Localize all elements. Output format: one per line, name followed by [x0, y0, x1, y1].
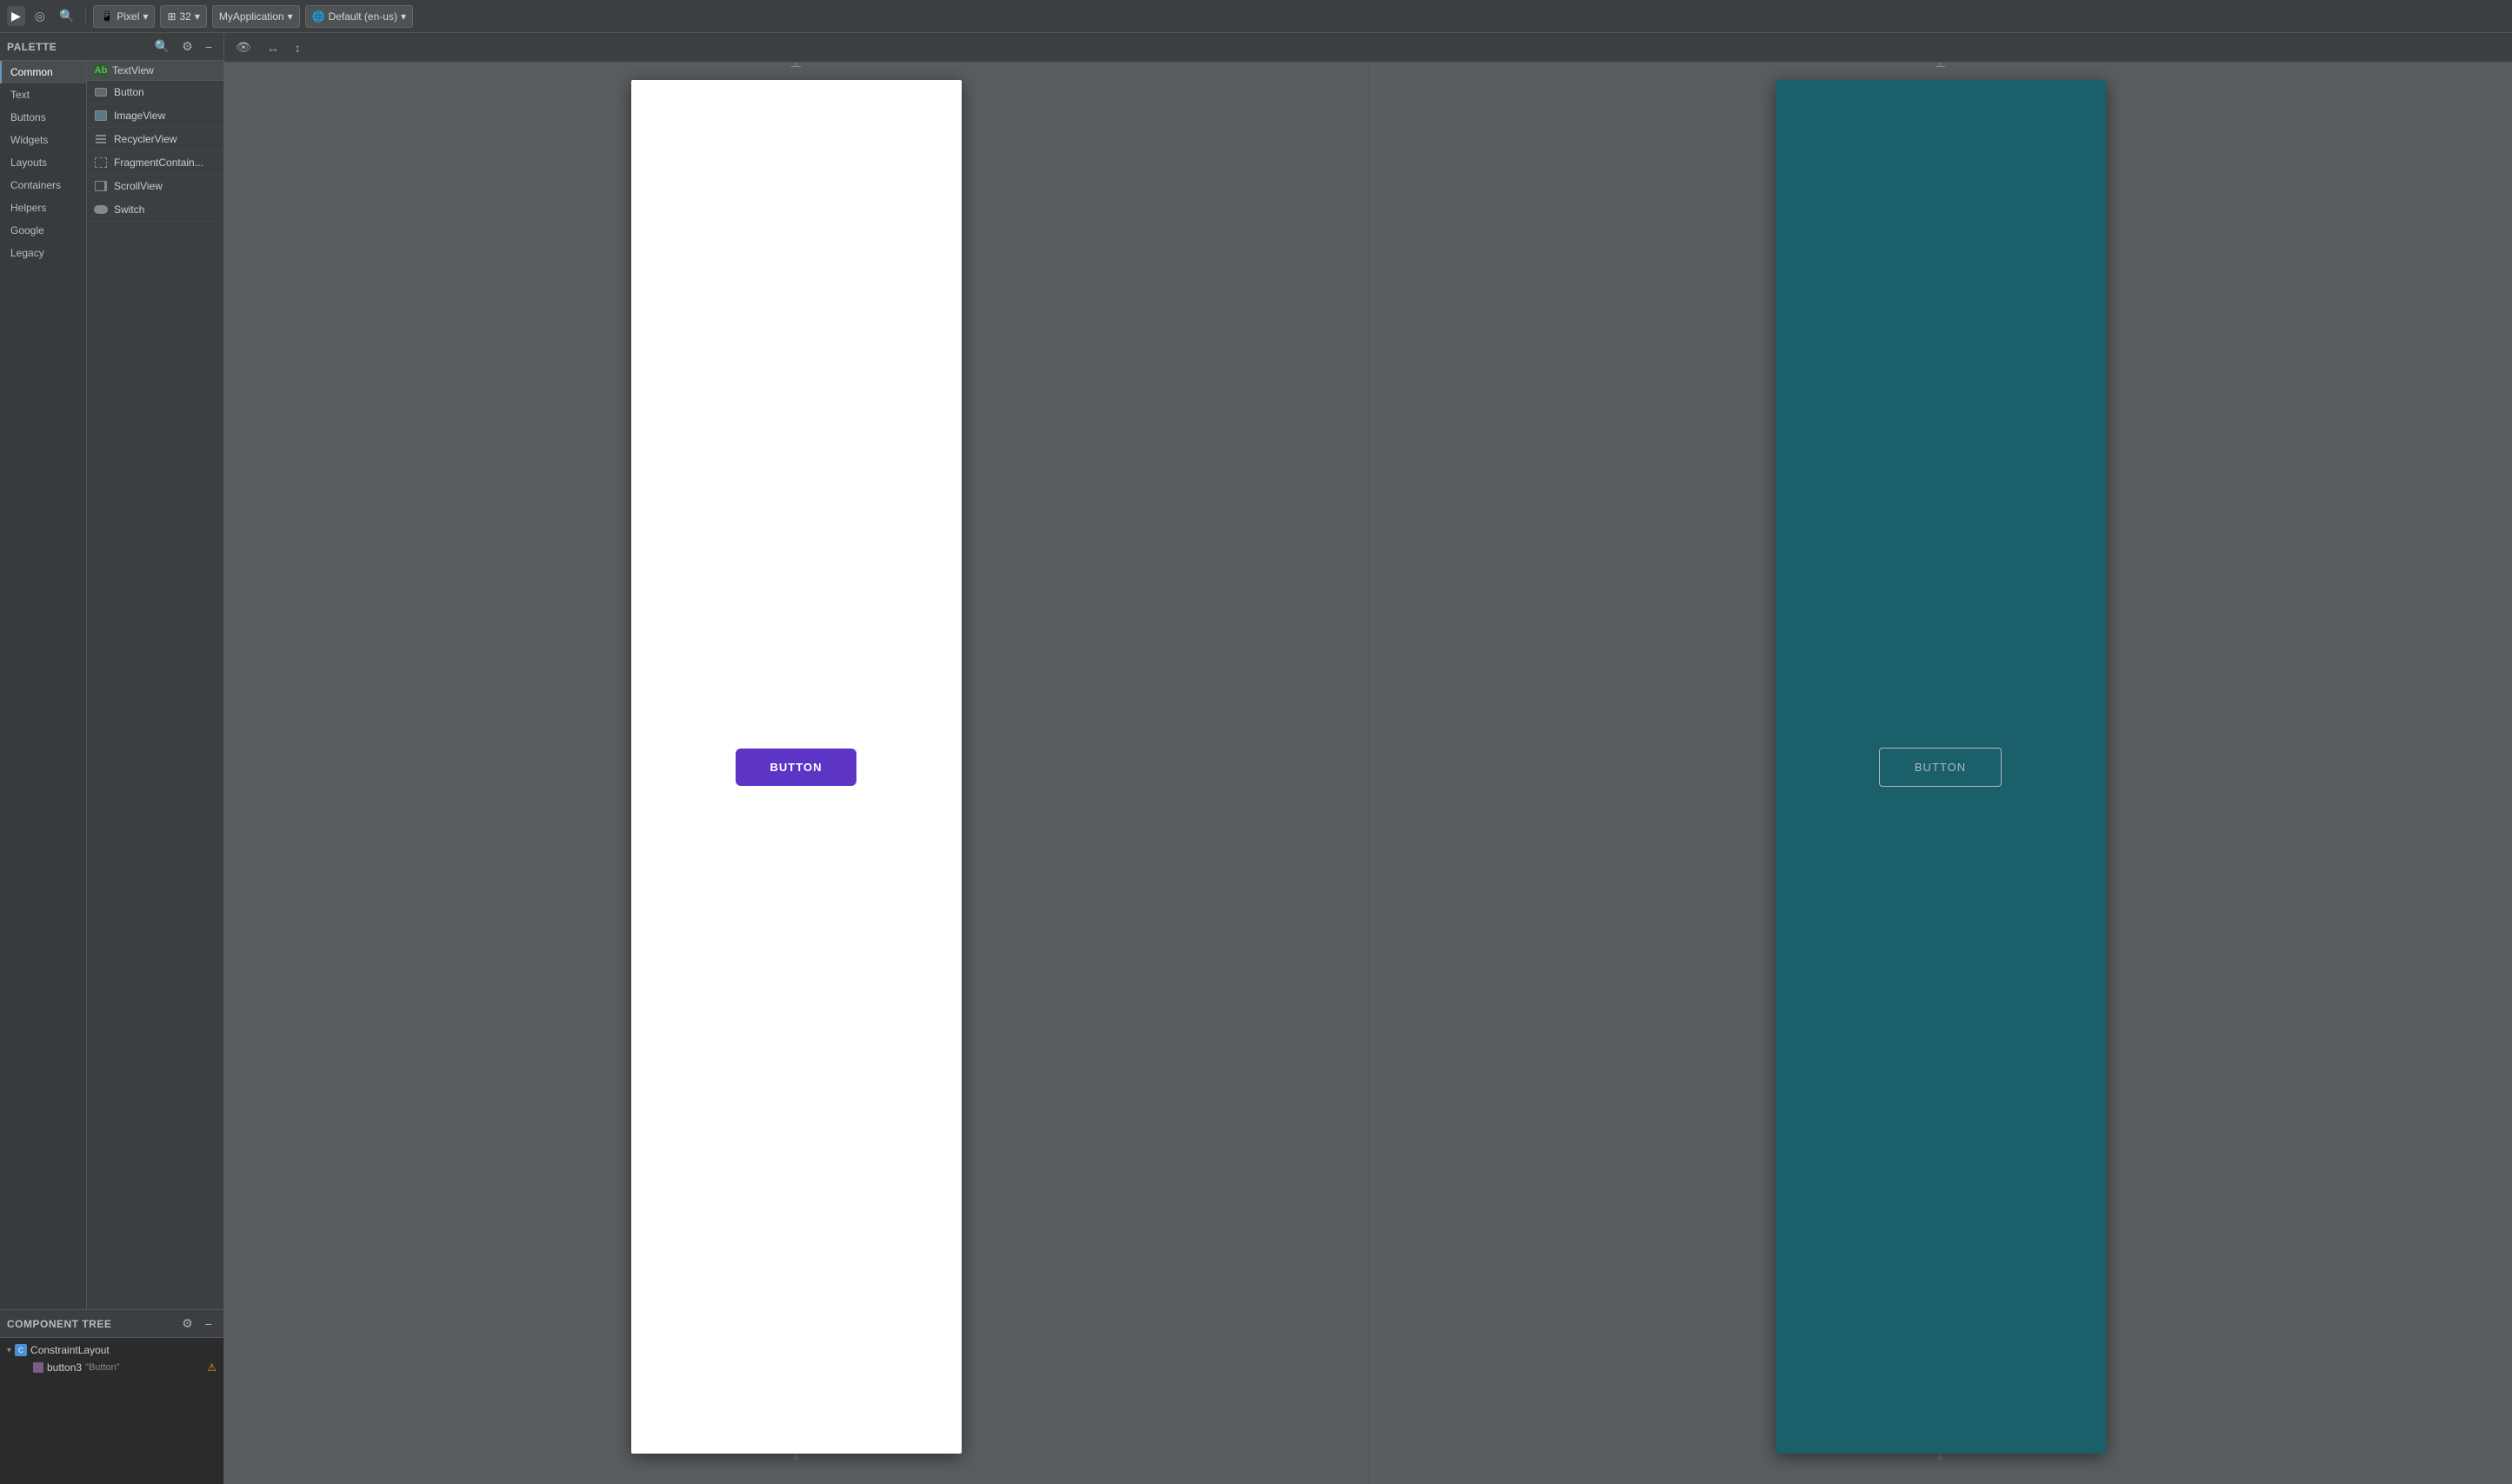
component-tree-title: Component Tree [7, 1318, 111, 1330]
component-tree-tools: ⚙ − [177, 1314, 217, 1334]
pointer-tool-button[interactable]: ◎ [30, 6, 50, 26]
component-tree-body: ▾ CConstraintLayout button3"Button" ⚠ [0, 1338, 223, 1484]
locale-chevron-icon: ▾ [401, 10, 406, 23]
palette-minimize-button[interactable]: − [201, 37, 217, 57]
palette-item-fragmentcontainer[interactable]: FragmentContain... [87, 151, 223, 175]
dpi-icon: ⊞ [167, 10, 176, 23]
palette-category-common[interactable]: Common [0, 61, 86, 83]
app-dropdown[interactable]: MyApplication ▾ [212, 5, 300, 28]
canvas-resize-handle-light[interactable]: // [788, 1454, 805, 1467]
dark-phone-button-label: BUTTON [1915, 761, 1966, 774]
palette-item-label-recyclerview: RecyclerView [114, 133, 177, 145]
dpi-chevron-icon: ▾ [195, 10, 200, 23]
palette-category-containers[interactable]: Containers [0, 174, 86, 196]
palette-tools: 🔍 ⚙ − [150, 37, 217, 57]
palette-item-switch[interactable]: Switch [87, 198, 223, 222]
canvas-arrow-v-button[interactable]: ↕ [290, 38, 305, 57]
button-icon [94, 85, 108, 99]
main-layout: Palette 🔍 ⚙ − CommonTextButtonsWidgetsLa… [0, 33, 2512, 1484]
palette-header-item: Ab TextView [87, 61, 223, 81]
toolbar-separator-1 [85, 8, 86, 25]
palette-search-button[interactable]: 🔍 [150, 37, 174, 57]
palette-category-google[interactable]: Google [0, 219, 86, 242]
palette-body: CommonTextButtonsWidgetsLayoutsContainer… [0, 61, 223, 1309]
dark-phone-button[interactable]: BUTTON [1879, 748, 2002, 787]
palette-item-scrollview[interactable]: ScrollView [87, 175, 223, 198]
component-tree-settings-button[interactable]: ⚙ [177, 1314, 197, 1334]
left-panel: Palette 🔍 ⚙ − CommonTextButtonsWidgetsLa… [0, 33, 224, 1484]
tree-item-constraint[interactable]: ▾ CConstraintLayout [0, 1341, 223, 1359]
canvas-eye-button[interactable]: 👁 [231, 37, 256, 57]
tree-item-label: button3 [47, 1361, 82, 1374]
locale-dropdown[interactable]: 🌐 Default (en-us) ▾ [305, 5, 413, 28]
light-phone-button-label: BUTTON [770, 761, 823, 774]
tree-item-tag: "Button" [85, 1362, 120, 1373]
palette-header: Palette 🔍 ⚙ − [0, 33, 223, 61]
zoom-tool-button[interactable]: 🔍 [55, 6, 78, 26]
palette-item-recyclerview[interactable]: RecyclerView [87, 128, 223, 151]
palette-item-label-button: Button [114, 86, 144, 98]
palette-item-label-imageview: ImageView [114, 110, 165, 122]
main-toolbar: ▶ ◎ 🔍 📱 Pixel ▾ ⊞ 32 ▾ MyApplication ▾ 🌐… [0, 0, 2512, 33]
device-label: Pixel [117, 10, 139, 23]
light-phone-frame: BUTTON [631, 80, 962, 1454]
tree-item-button3[interactable]: button3"Button" ⚠ [0, 1359, 223, 1376]
canvas-body: ⊥ BUTTON // ⊥ BUTTON // [224, 63, 2512, 1484]
tree-item-label: ConstraintLayout [30, 1344, 110, 1356]
palette-items: Ab TextView Button ImageView RecyclerView F… [87, 61, 223, 1309]
tree-warning-icon: ⚠ [207, 1361, 217, 1374]
light-phone-pin: ⊥ [790, 63, 803, 71]
tree-arrow: ▾ [7, 1346, 11, 1355]
design-canvas: 👁 ↔ ↕ ⊥ BUTTON // ⊥ [224, 33, 2512, 1484]
palette-settings-button[interactable]: ⚙ [177, 37, 197, 57]
locale-icon: 🌐 [312, 10, 325, 23]
imageview-icon [94, 109, 108, 123]
palette-title: Palette [7, 41, 57, 53]
dark-phone-area: ⊥ BUTTON // [1369, 63, 2512, 1484]
app-chevron-icon: ▾ [288, 10, 293, 23]
fragment-icon [94, 156, 108, 170]
palette-category-layouts[interactable]: Layouts [0, 151, 86, 174]
device-dropdown[interactable]: 📱 Pixel ▾ [93, 5, 155, 28]
component-tree-header: Component Tree ⚙ − [0, 1310, 223, 1338]
palette-header-item-label: TextView [112, 64, 154, 77]
palette-category-helpers[interactable]: Helpers [0, 196, 86, 219]
palette-category-buttons[interactable]: Buttons [0, 106, 86, 129]
scrollview-icon [94, 179, 108, 193]
device-chevron-icon: ▾ [143, 10, 148, 23]
switch-icon [94, 203, 108, 216]
palette-category-legacy[interactable]: Legacy [0, 242, 86, 264]
locale-label: Default (en-us) [329, 10, 397, 23]
textview-ab-icon: Ab [94, 64, 108, 77]
palette-section: Palette 🔍 ⚙ − CommonTextButtonsWidgetsLa… [0, 33, 223, 1310]
dark-phone-pin: ⊥ [1935, 63, 1947, 71]
palette-categories: CommonTextButtonsWidgetsLayoutsContainer… [0, 61, 87, 1309]
canvas-resize-handle-dark[interactable]: // [1932, 1454, 1949, 1467]
constraint-icon: C [15, 1344, 27, 1356]
device-icon: 📱 [100, 10, 113, 23]
palette-item-label-scrollview: ScrollView [114, 180, 163, 192]
component-tree-minimize-button[interactable]: − [201, 1314, 217, 1334]
app-label: MyApplication [219, 10, 284, 23]
select-tool-button[interactable]: ▶ [7, 6, 25, 26]
palette-category-widgets[interactable]: Widgets [0, 129, 86, 151]
canvas-arrow-h-button[interactable]: ↔ [263, 38, 283, 57]
light-phone-button[interactable]: BUTTON [736, 749, 857, 786]
palette-item-button[interactable]: Button [87, 81, 223, 104]
palette-item-imageview[interactable]: ImageView [87, 104, 223, 128]
dpi-dropdown[interactable]: ⊞ 32 ▾ [160, 5, 206, 28]
button-tree-icon [33, 1362, 43, 1373]
palette-item-label-switch: Switch [114, 203, 144, 216]
dpi-label: 32 [180, 10, 191, 23]
component-tree-section: Component Tree ⚙ − ▾ CConstraintLayout but… [0, 1310, 223, 1484]
dark-phone-frame: BUTTON [1776, 80, 2106, 1454]
palette-category-text[interactable]: Text [0, 83, 86, 106]
canvas-toolbar: 👁 ↔ ↕ [224, 33, 2512, 63]
light-phone-area: ⊥ BUTTON // [224, 63, 1368, 1484]
palette-item-label-fragmentcontainer: FragmentContain... [114, 156, 203, 169]
recyclerview-icon [94, 132, 108, 146]
